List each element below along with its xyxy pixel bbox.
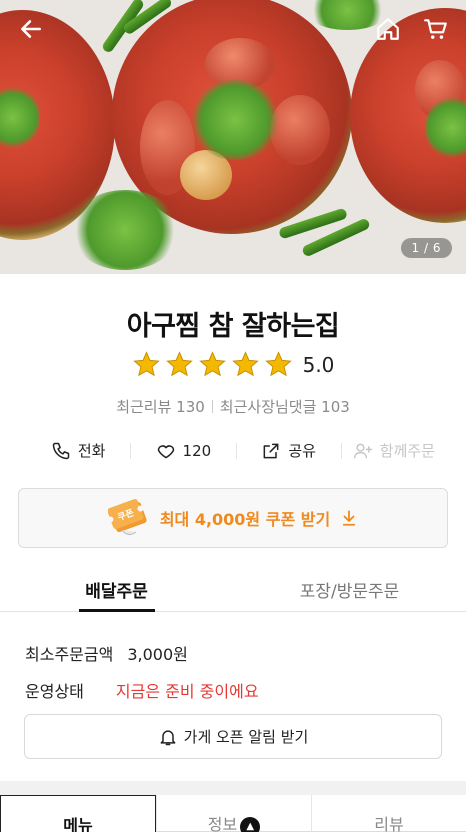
share-label: 공유: [288, 442, 316, 460]
group-order-button[interactable]: 함께주문: [342, 440, 446, 461]
star-icon: [264, 351, 292, 377]
order-type-tabs: 배달주문 포장/방문주문: [0, 568, 466, 612]
like-count: 120: [182, 441, 212, 460]
home-button[interactable]: [373, 14, 403, 44]
divider: [211, 400, 213, 413]
section-divider: [0, 781, 466, 795]
herb-garnish: [190, 80, 280, 160]
store-actions: 전화 120 공유 함께주문: [26, 440, 446, 461]
rating-value: 5.0: [302, 352, 335, 377]
cart-button[interactable]: [421, 14, 451, 44]
star-icon: [132, 351, 160, 377]
call-label: 전화: [77, 442, 106, 460]
content-tabs: 메뉴 정보 ▲ 리뷰: [0, 795, 466, 832]
star-icon: [198, 351, 226, 377]
megaphone-icon: ▲: [240, 817, 261, 832]
recent-reviews-count[interactable]: 최근리뷰 130: [116, 398, 205, 416]
tab-info-label: 정보: [207, 815, 238, 832]
group-order-label: 함께주문: [379, 442, 435, 460]
tab-reviews[interactable]: 리뷰: [311, 795, 466, 832]
tab-menu-label: 메뉴: [63, 816, 93, 832]
home-icon: [377, 18, 399, 40]
arrow-left-icon: [21, 20, 41, 38]
min-order-value: 3,000원: [127, 645, 188, 664]
open-notify-label: 가게 오픈 알림 받기: [183, 728, 309, 746]
like-button[interactable]: 120: [131, 441, 235, 461]
tab-reviews-label: 리뷰: [374, 815, 404, 832]
star-icon: [231, 351, 259, 377]
cart-icon: [424, 19, 447, 39]
star-icon: [165, 351, 193, 377]
add-user-icon: [353, 443, 372, 458]
coupon-download-button[interactable]: 쿠폰 최대 4,000원 쿠폰 받기: [18, 488, 448, 548]
call-button[interactable]: 전화: [26, 440, 130, 461]
heart-icon: [157, 444, 174, 458]
download-arrow-icon: [343, 510, 356, 526]
min-order-label: 최소주문금액: [25, 645, 114, 664]
tab-info[interactable]: 정보 ▲: [156, 795, 311, 832]
store-name: 아구찜 참 잘하는집: [126, 311, 340, 342]
share-button[interactable]: 공유: [237, 440, 341, 461]
store-photo-carousel[interactable]: 1 / 6: [0, 0, 466, 274]
store-stats: 최근리뷰 130 최근사장님댓글 103: [0, 396, 466, 417]
share-icon: [263, 443, 279, 458]
rating-row: 5.0: [0, 350, 466, 379]
coupon-label: 최대 4,000원 쿠폰 받기: [159, 510, 331, 529]
min-order-row: 최소주문금액 3,000원: [25, 641, 188, 665]
status-label: 운영상태: [25, 682, 84, 701]
bell-icon: [160, 729, 176, 745]
tab-delivery[interactable]: 배달주문: [0, 568, 233, 611]
status-value: 지금은 준비 중이에요: [115, 682, 259, 701]
phone-icon: [52, 442, 70, 459]
tab-pickup[interactable]: 포장/방문주문: [233, 568, 466, 611]
seafood-topping: [270, 95, 330, 165]
status-row: 운영상태 지금은 준비 중이에요: [25, 678, 259, 702]
tab-menu[interactable]: 메뉴: [0, 795, 156, 832]
image-counter: 1 / 6: [400, 238, 452, 258]
back-button[interactable]: [16, 14, 46, 44]
herb-garnish: [70, 190, 180, 270]
coupon-ticket-icon: 쿠폰: [107, 499, 147, 536]
owner-replies-count[interactable]: 최근사장님댓글 103: [220, 398, 350, 416]
open-notify-button[interactable]: 가게 오픈 알림 받기: [24, 714, 442, 759]
